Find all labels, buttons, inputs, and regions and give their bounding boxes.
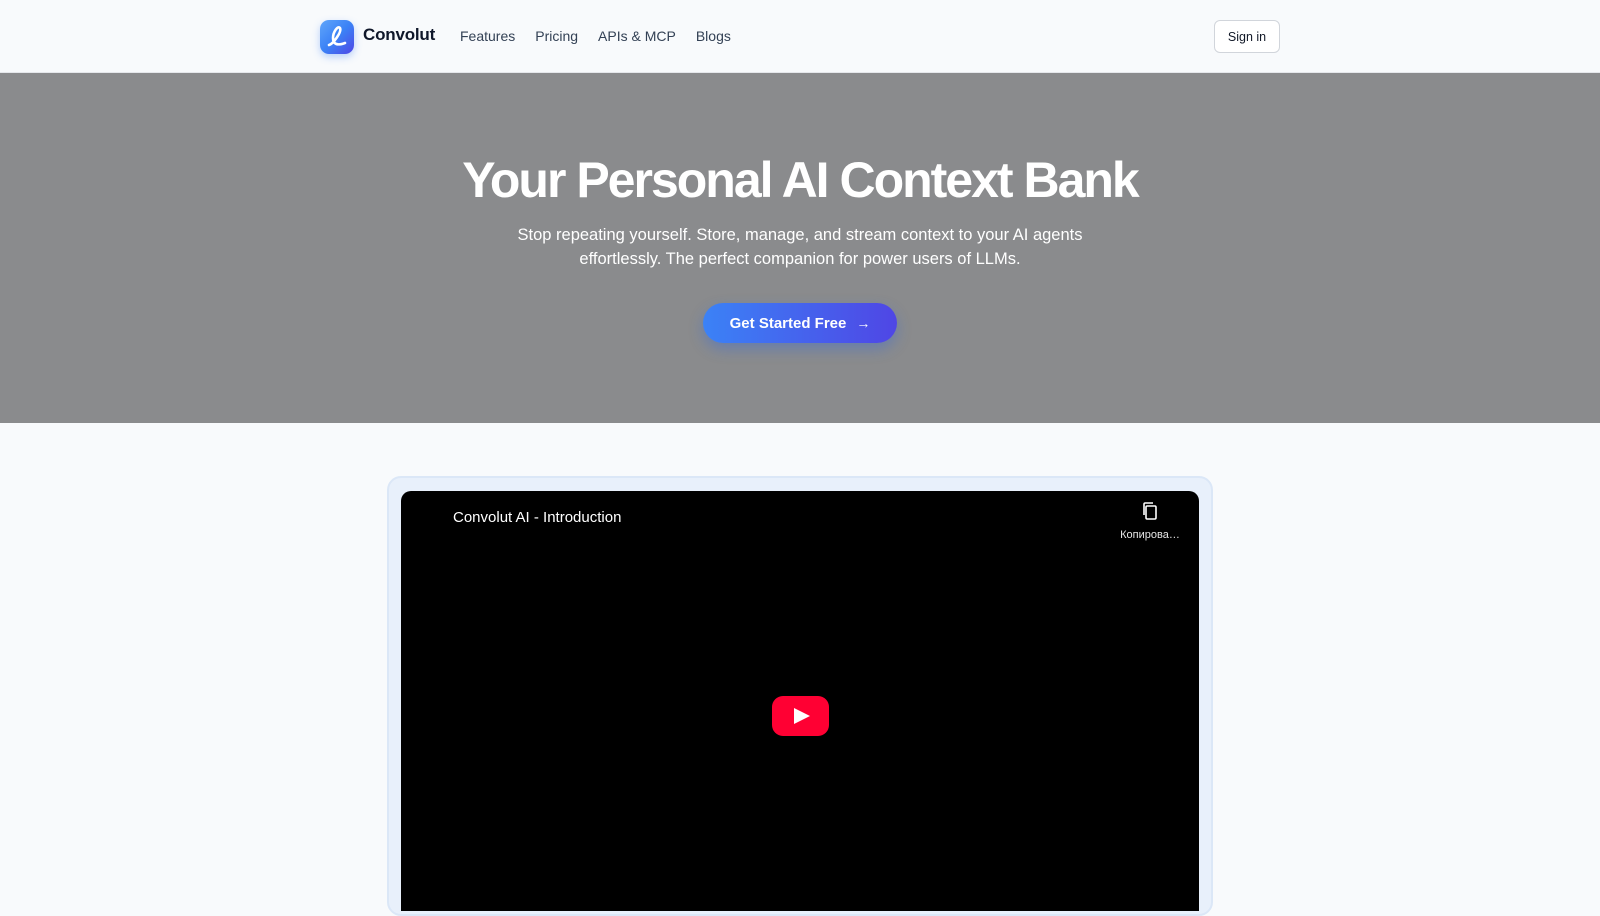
copy-label: Копирова… xyxy=(1120,529,1180,541)
sign-in-button[interactable]: Sign in xyxy=(1214,20,1280,53)
hero-title: Your Personal AI Context Bank xyxy=(462,152,1139,208)
brand-name[interactable]: Convolut xyxy=(363,25,435,45)
site-header: Convolut Features Pricing APIs & MCP Blo… xyxy=(0,0,1600,73)
hero-subtitle: Stop repeating yourself. Store, manage, … xyxy=(517,226,1083,268)
get-started-label: Get Started Free xyxy=(729,314,847,332)
video-player[interactable]: Convolut AI - Introduction Копирова… xyxy=(401,491,1199,911)
hero-section: Your Personal AI Context Bank Stop repea… xyxy=(0,73,1600,423)
video-title[interactable]: Convolut AI - Introduction xyxy=(453,509,621,526)
arrow-right-icon: → xyxy=(856,315,871,331)
nav-apis-mcp[interactable]: APIs & MCP xyxy=(598,28,676,44)
get-started-button[interactable]: Get Started Free → xyxy=(703,303,897,343)
youtube-play-icon[interactable] xyxy=(772,696,829,736)
main-nav: Features Pricing APIs & MCP Blogs xyxy=(460,28,731,44)
convolut-logo-icon[interactable] xyxy=(320,20,354,54)
nav-pricing[interactable]: Pricing xyxy=(535,28,578,44)
copy-link-button[interactable]: Копирова… xyxy=(1113,501,1187,541)
copy-icon xyxy=(1143,502,1157,520)
nav-blogs[interactable]: Blogs xyxy=(696,28,731,44)
nav-features[interactable]: Features xyxy=(460,28,515,44)
